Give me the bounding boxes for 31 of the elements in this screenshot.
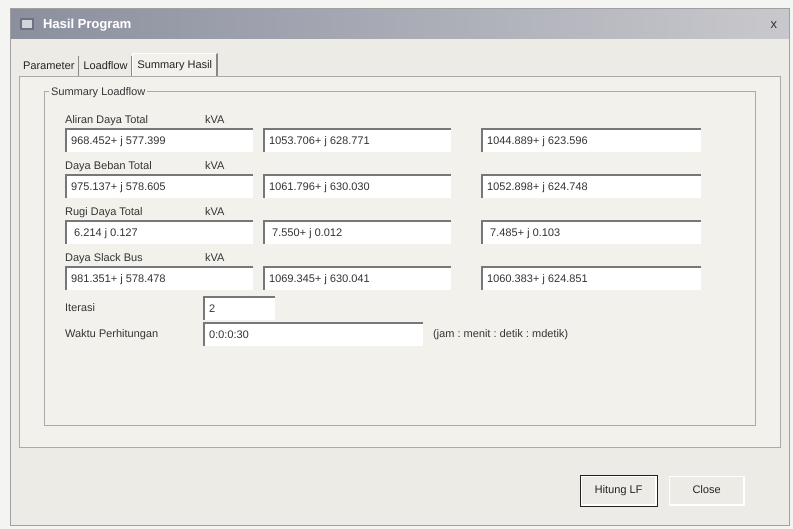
window-title: Hasil Program [43, 15, 132, 34]
field-label: Iterasi [65, 300, 96, 316]
field-label: Daya Beban Total [65, 159, 153, 174]
field-label: Waktu Perhitungan [65, 326, 160, 342]
value-field[interactable]: 981.351+ j 578.478 [65, 266, 253, 290]
value-field[interactable]: 1044.889+ j 623.596 [481, 128, 701, 152]
value-field[interactable]: 968.452+ j 577.399 [65, 128, 253, 152]
time-field[interactable]: 0:0:0:30 [203, 322, 423, 346]
field-label: Aliran Daya Total [65, 113, 149, 128]
time-format-hint: (jam : menit : detik : mdetik) [433, 326, 568, 342]
field-label: Daya Slack Bus [65, 251, 144, 266]
unit-label: kVA [205, 205, 224, 220]
value-field[interactable]: 1053.706+ j 628.771 [263, 128, 451, 152]
value-field[interactable]: 1069.345+ j 630.041 [263, 266, 451, 290]
value-field[interactable]: 975.137+ j 578.605 [65, 174, 253, 198]
value-field[interactable]: 6.214 j 0.127 [65, 220, 253, 244]
app-icon [19, 16, 35, 32]
value-field[interactable]: 7.550+ j 0.012 [263, 220, 451, 244]
unit-label: kVA [205, 251, 224, 266]
dialog-button[interactable]: Close [669, 476, 745, 506]
field-label: Rugi Daya Total [65, 205, 144, 220]
unit-label: kVA [205, 113, 224, 128]
dialog-button[interactable]: Hitung LF [581, 476, 657, 506]
value-field[interactable]: 1052.898+ j 624.748 [481, 174, 701, 198]
unit-label: kVA [205, 159, 224, 174]
group-title: Summary Loadflow [49, 84, 148, 100]
value-field[interactable]: 1061.796+ j 630.030 [263, 174, 451, 198]
tab[interactable]: Summary Hasil [132, 53, 218, 77]
value-field[interactable]: 7.485+ j 0.103 [481, 220, 701, 244]
iteration-field[interactable]: 2 [203, 296, 275, 320]
value-field[interactable]: 1060.383+ j 624.851 [481, 266, 701, 290]
